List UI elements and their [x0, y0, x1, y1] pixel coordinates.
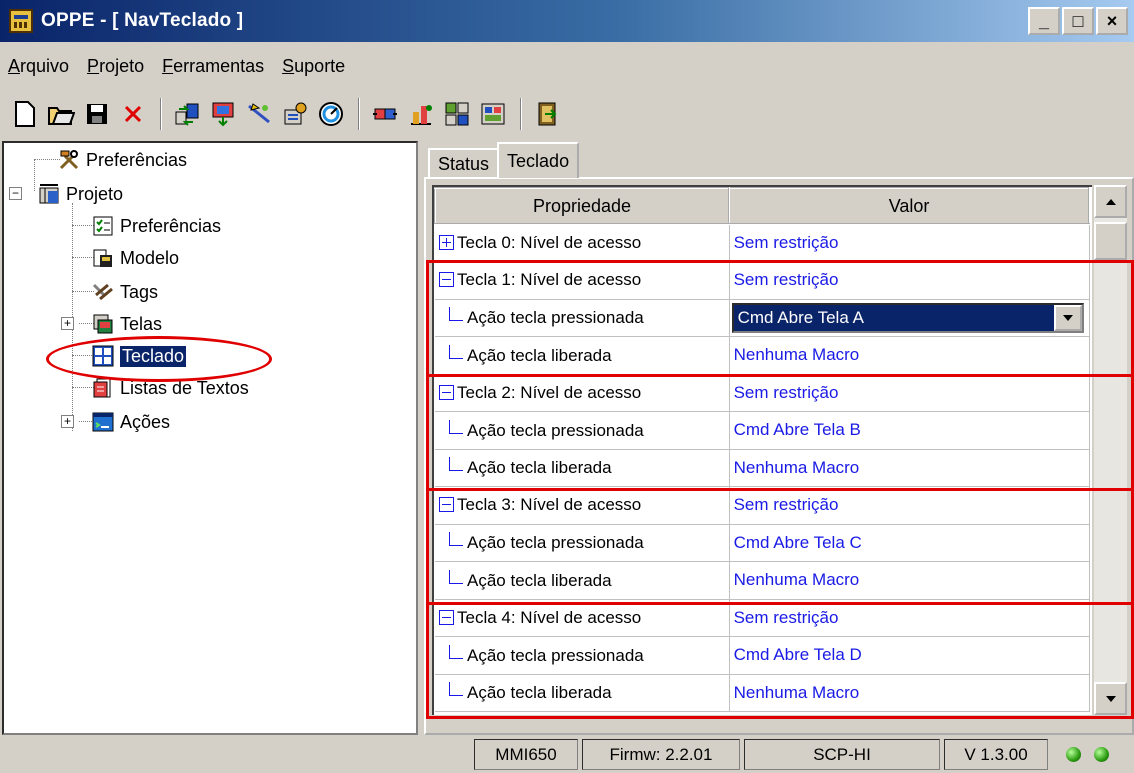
config-icon[interactable]: [278, 97, 312, 131]
status-led-icon: [1066, 747, 1081, 762]
highlight-box-tecla-2: [426, 374, 1134, 491]
menu-arquivo[interactable]: Arquivo: [8, 56, 69, 77]
column-header-propriedade[interactable]: Propriedade: [434, 187, 731, 225]
tree-item-projeto[interactable]: Projeto: [38, 179, 123, 209]
tree-line: [34, 159, 35, 191]
status-led-icon: [1094, 747, 1109, 762]
tags-icon: [92, 281, 114, 303]
display-icon[interactable]: [476, 97, 510, 131]
status-model: MMI650: [474, 739, 578, 770]
model-icon: [92, 247, 114, 269]
status-bar: MMI650 Firmw: 2.2.01 SCP-HI V 1.3.00: [0, 737, 1134, 773]
status-protocol: SCP-HI: [744, 739, 940, 770]
app-icon: [9, 9, 33, 33]
tree-item-projeto-preferencias[interactable]: Preferências: [92, 211, 221, 241]
tree-item-tags[interactable]: Tags: [92, 277, 158, 307]
keypad-icon[interactable]: [440, 97, 474, 131]
plug-icon[interactable]: [368, 97, 402, 131]
tree-item-modelo[interactable]: Modelo: [92, 243, 179, 273]
menu-ferramentas[interactable]: Ferramentas: [162, 56, 264, 77]
text-list-icon: [92, 377, 114, 399]
tree-expander-plus[interactable]: +: [61, 415, 74, 428]
status-firmware: Firmw: 2.2.01: [582, 739, 740, 770]
toolbar-separator: [358, 98, 360, 130]
highlight-box-tecla-1: [426, 260, 1134, 377]
tree-line: [72, 291, 94, 292]
checklist-icon: [92, 215, 114, 237]
tree-line: [72, 225, 94, 226]
tree-item-preferencias[interactable]: Preferências: [58, 145, 187, 175]
toolbar: [0, 92, 1134, 136]
toolbar-separator: [520, 98, 522, 130]
open-folder-icon[interactable]: [44, 97, 78, 131]
screens-icon: [92, 313, 114, 335]
column-header-valor[interactable]: Valor: [728, 187, 1090, 225]
menu-projeto[interactable]: Projeto: [87, 56, 144, 77]
menu-bar: Arquivo Projeto Ferramentas Suporte: [0, 46, 363, 86]
highlight-box-tecla-4: [426, 602, 1134, 719]
scrollbar-thumb[interactable]: [1094, 222, 1127, 260]
tools-icon: [58, 149, 80, 171]
close-button[interactable]: ×: [1096, 7, 1128, 35]
status-version: V 1.3.00: [944, 739, 1048, 770]
highlight-ellipse: [46, 336, 272, 382]
toolbar-separator: [160, 98, 162, 130]
delete-icon[interactable]: [116, 97, 150, 131]
tab-status[interactable]: Status: [428, 148, 500, 178]
highlight-box-tecla-3: [426, 488, 1134, 605]
project-tree: Preferências − Projeto Preferências Mode…: [2, 141, 418, 735]
table-row[interactable]: Tecla 0: Nível de acesso Sem restrição: [435, 224, 1090, 262]
maximize-button[interactable]: □: [1062, 7, 1094, 35]
expand-icon[interactable]: [439, 235, 454, 250]
tree-item-telas[interactable]: Telas: [92, 309, 162, 339]
tree-item-acoes[interactable]: Ações: [92, 407, 170, 437]
tree-expander-minus[interactable]: −: [9, 187, 22, 200]
run-icon[interactable]: [404, 97, 438, 131]
exit-icon[interactable]: [530, 97, 564, 131]
tree-line: [34, 159, 60, 160]
minimize-button[interactable]: _: [1028, 7, 1060, 35]
refresh-icon[interactable]: [314, 97, 348, 131]
tree-line: [72, 387, 94, 388]
tree-line: [72, 257, 94, 258]
tab-teclado[interactable]: Teclado: [497, 142, 580, 178]
project-icon: [38, 183, 60, 205]
scroll-up-icon[interactable]: [1094, 185, 1127, 218]
value-cell[interactable]: Sem restrição: [729, 224, 1090, 262]
title-bar: OPPE - [ NavTeclado ] _ □ ×: [0, 0, 1134, 42]
window-title: OPPE - [ NavTeclado ]: [41, 10, 244, 31]
actions-icon: [92, 411, 114, 433]
tool-icon[interactable]: [242, 97, 276, 131]
new-file-icon[interactable]: [8, 97, 42, 131]
window-controls: _ □ ×: [1028, 7, 1128, 35]
save-icon[interactable]: [80, 97, 114, 131]
transfer-icon[interactable]: [170, 97, 204, 131]
menu-suporte[interactable]: Suporte: [282, 56, 345, 77]
tab-strip: Status Teclado: [428, 142, 580, 178]
property-cell[interactable]: Tecla 0: Nível de acesso: [435, 224, 730, 262]
tree-expander-plus[interactable]: +: [61, 317, 74, 330]
download-icon[interactable]: [206, 97, 240, 131]
